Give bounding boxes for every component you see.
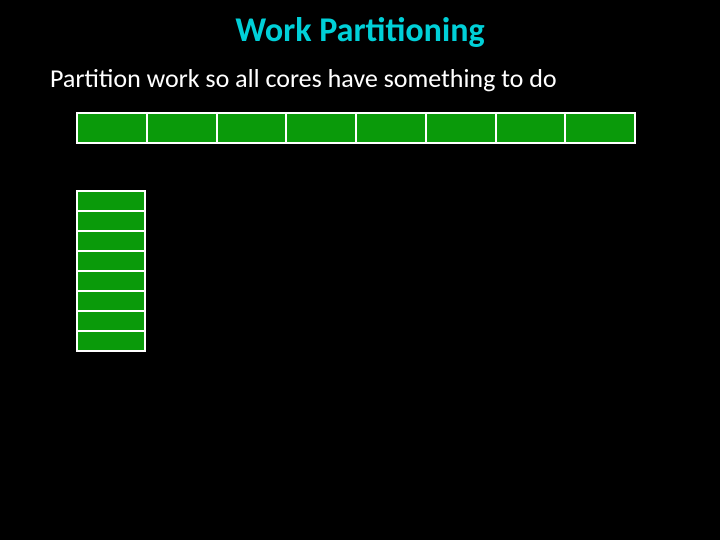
horizontal-partition-cell xyxy=(287,114,355,142)
horizontal-partition-cell xyxy=(78,114,146,142)
vertical-partition-bar xyxy=(76,190,146,352)
vertical-partition-cell xyxy=(78,252,144,270)
horizontal-partition-cell xyxy=(218,114,286,142)
horizontal-partition-cell xyxy=(566,114,634,142)
horizontal-partition-cell xyxy=(497,114,565,142)
page-title: Work Partitioning xyxy=(0,10,720,51)
horizontal-partition-cell xyxy=(357,114,425,142)
vertical-partition-cell xyxy=(78,312,144,330)
vertical-partition-cell xyxy=(78,192,144,210)
horizontal-partition-cell xyxy=(427,114,495,142)
vertical-partition-cell xyxy=(78,212,144,230)
vertical-partition-cell xyxy=(78,292,144,310)
horizontal-partition-bar xyxy=(76,112,636,144)
vertical-partition-cell xyxy=(78,332,144,350)
horizontal-partition-cell xyxy=(148,114,216,142)
vertical-partition-cell xyxy=(78,232,144,250)
page-subtitle: Partition work so all cores have somethi… xyxy=(50,62,557,94)
vertical-partition-cell xyxy=(78,272,144,290)
